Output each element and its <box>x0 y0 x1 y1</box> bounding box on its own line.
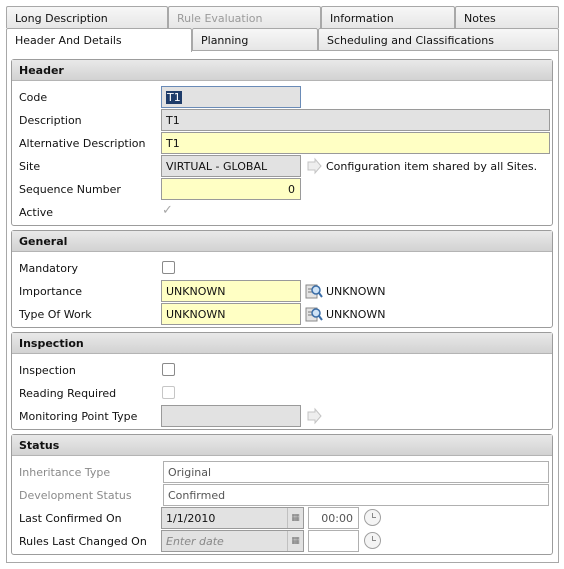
mandatory-checkbox[interactable] <box>162 261 175 274</box>
importance-field[interactable]: UNKNOWN <box>161 280 301 302</box>
info-arrow-icon <box>307 157 322 175</box>
inheritance-type-field: Original <box>163 461 549 483</box>
header-section: Header Code T1 Description T1 Alternativ… <box>11 59 553 226</box>
inheritance-type-label: Inheritance Type <box>19 466 111 479</box>
clock-icon <box>364 532 381 549</box>
tab-information[interactable]: Information <box>321 6 455 28</box>
tab-header-and-details[interactable]: Header And Details <box>6 28 192 52</box>
code-label: Code <box>19 91 48 104</box>
description-value: T1 <box>166 114 180 127</box>
calendar-icon: ▦ <box>287 508 303 528</box>
inheritance-type-value: Original <box>168 466 212 479</box>
info-arrow-icon <box>307 407 322 425</box>
last-confirmed-on-label: Last Confirmed On <box>19 512 122 525</box>
tab-label: Information <box>330 12 394 25</box>
importance-description: UNKNOWN <box>326 285 386 298</box>
importance-label: Importance <box>19 285 83 298</box>
monitoring-point-type-field <box>161 405 301 427</box>
inspection-label: Inspection <box>19 364 76 377</box>
tab-label: Planning <box>201 34 249 47</box>
description-field[interactable]: T1 <box>161 109 550 131</box>
importance-value: UNKNOWN <box>166 285 226 298</box>
calendar-icon: ▦ <box>287 531 303 551</box>
mandatory-label: Mandatory <box>19 262 79 275</box>
rules-last-changed-date-field: Enter date ▦ <box>161 530 304 552</box>
last-confirmed-time-field: 00:00 <box>308 507 359 529</box>
tab-label: Scheduling and Classifications <box>327 34 494 47</box>
site-label: Site <box>19 160 41 173</box>
site-field[interactable]: VIRTUAL - GLOBAL <box>161 155 301 177</box>
sequence-number-field[interactable]: 0 <box>161 178 301 200</box>
alt-description-field[interactable]: T1 <box>161 132 550 154</box>
tab-notes[interactable]: Notes <box>455 6 559 28</box>
lookup-icon[interactable] <box>305 305 323 323</box>
last-confirmed-date-field: 1/1/2010 ▦ <box>161 507 304 529</box>
tab-rule-evaluation: Rule Evaluation <box>168 6 321 28</box>
section-title: Inspection <box>12 333 552 354</box>
section-title: Status <box>12 435 552 456</box>
tab-label: Rule Evaluation <box>177 12 263 25</box>
tab-planning[interactable]: Planning <box>192 28 318 50</box>
clock-icon <box>364 509 381 526</box>
tab-long-description[interactable]: Long Description <box>6 6 168 28</box>
sequence-number-label: Sequence Number <box>19 183 121 196</box>
tab-label: Long Description <box>15 12 108 25</box>
rules-last-changed-date-placeholder: Enter date <box>166 535 224 548</box>
site-value: VIRTUAL - GLOBAL <box>166 160 268 173</box>
lookup-icon[interactable] <box>305 282 323 300</box>
tab-label: Notes <box>464 12 496 25</box>
description-label: Description <box>19 114 82 127</box>
last-confirmed-date-value: 1/1/2010 <box>166 512 216 525</box>
sequence-number-value: 0 <box>288 183 295 196</box>
site-note: Configuration item shared by all Sites. <box>326 160 538 173</box>
reading-required-label: Reading Required <box>19 387 117 400</box>
section-title: Header <box>12 60 552 81</box>
code-value: T1 <box>166 91 182 104</box>
alt-description-label: Alternative Description <box>19 137 146 150</box>
inspection-checkbox[interactable] <box>162 363 175 376</box>
development-status-label: Development Status <box>19 489 132 502</box>
type-of-work-label: Type Of Work <box>19 308 92 321</box>
monitoring-point-type-label: Monitoring Point Type <box>19 410 138 423</box>
development-status-field: Confirmed <box>163 484 549 506</box>
status-section: Status Inheritance Type Original Develop… <box>11 434 553 555</box>
active-label: Active <box>19 206 54 219</box>
active-checkbox: ✓ <box>162 203 173 218</box>
rules-last-changed-on-label: Rules Last Changed On <box>19 535 147 548</box>
rules-last-changed-time-field <box>308 530 359 552</box>
alt-description-value: T1 <box>166 137 180 150</box>
type-of-work-field[interactable]: UNKNOWN <box>161 303 301 325</box>
reading-required-checkbox <box>162 386 175 399</box>
inspection-section: Inspection Inspection Reading Required M… <box>11 332 553 430</box>
section-title: General <box>12 231 552 252</box>
type-of-work-value: UNKNOWN <box>166 308 226 321</box>
last-confirmed-time-value: 00:00 <box>321 512 353 525</box>
tab-label: Header And Details <box>15 34 122 47</box>
general-section: General Mandatory Importance UNKNOWN UNK… <box>11 230 553 328</box>
code-field[interactable]: T1 <box>161 86 301 108</box>
tab-scheduling-and-classifications[interactable]: Scheduling and Classifications <box>318 28 559 50</box>
type-of-work-description: UNKNOWN <box>326 308 386 321</box>
development-status-value: Confirmed <box>168 489 226 502</box>
